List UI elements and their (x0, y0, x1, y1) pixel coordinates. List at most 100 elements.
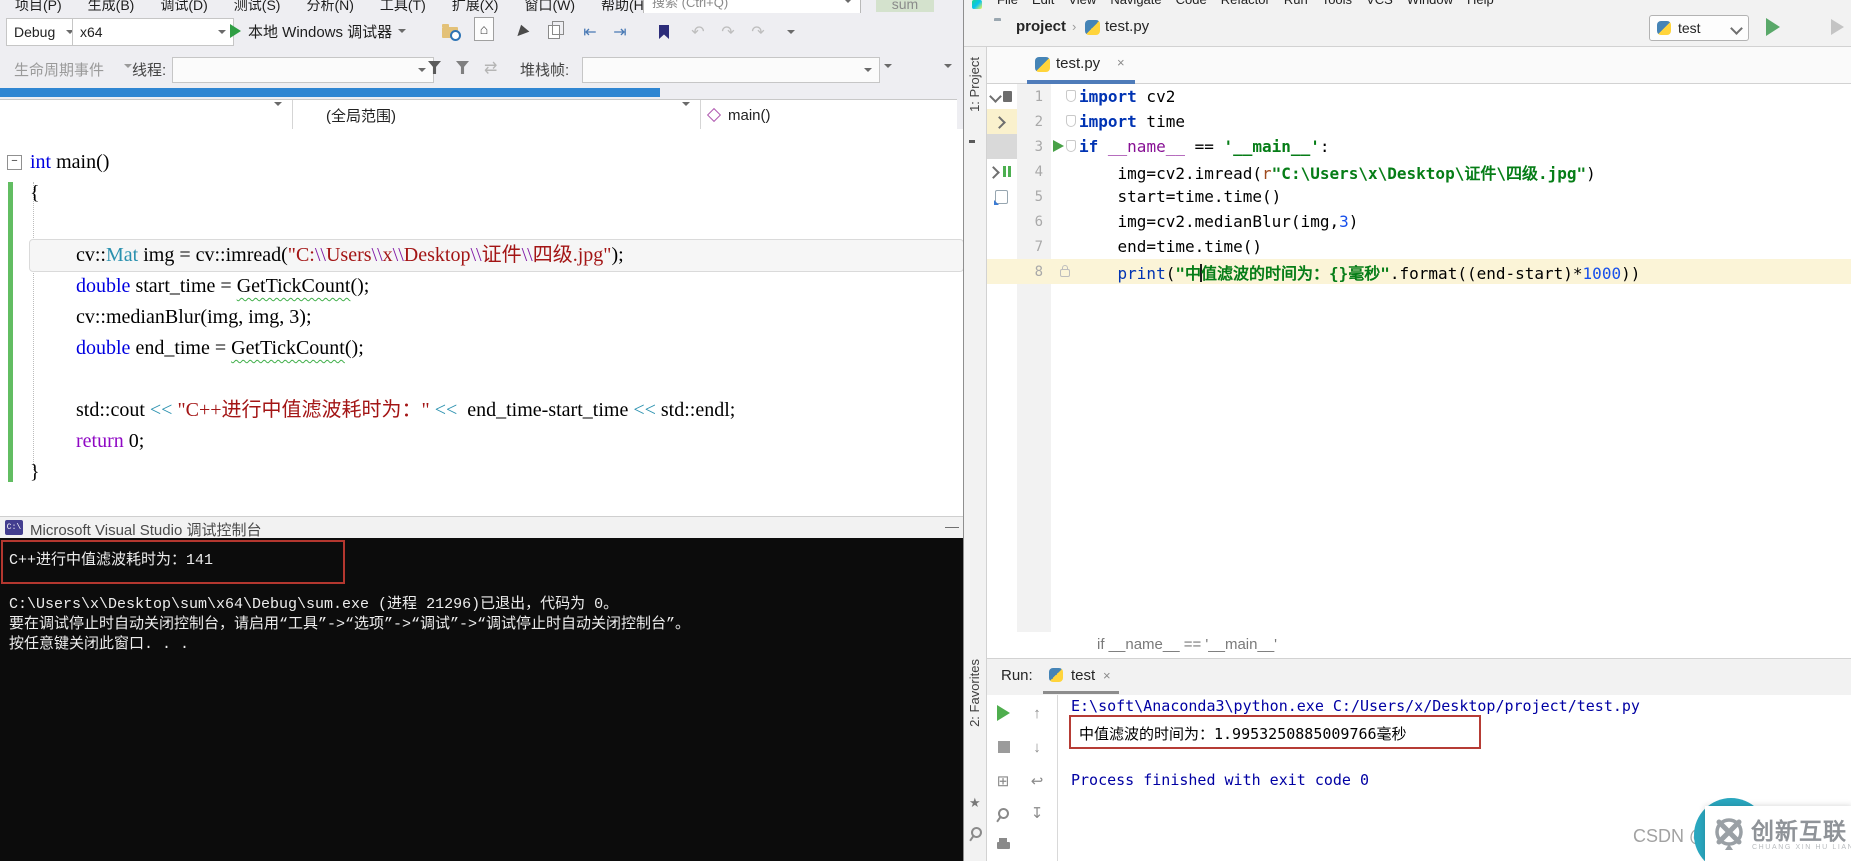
python-file-icon (1035, 57, 1050, 72)
up-stack-icon[interactable]: ↑ (1027, 703, 1047, 723)
vs-menu-debug[interactable]: 调试(D) (147, 0, 220, 13)
copy-icon[interactable] (544, 22, 564, 42)
gutter-annotation-icon[interactable] (995, 190, 1008, 204)
vs-config-dropdown[interactable]: Debug (6, 18, 82, 46)
active-tab-underline (1043, 691, 1119, 694)
code-line: double end_time = GetTickCount(); (30, 333, 963, 364)
vs-scope-dropdown[interactable]: (全局范围) (292, 100, 701, 130)
pc-menu-window[interactable]: Window (1400, 0, 1460, 7)
vs-menu-test[interactable]: 测试(S) (221, 0, 294, 13)
pin-icon[interactable] (993, 803, 1013, 823)
pc-menu-refactor[interactable]: Refactor (1214, 0, 1277, 7)
thread-dropdown[interactable] (172, 57, 434, 83)
tool-button-project[interactable]: 1: Project (967, 57, 982, 112)
tool-button-favorites[interactable]: 2: Favorites (967, 659, 982, 727)
close-icon[interactable]: × (1117, 55, 1125, 70)
editor-line-row[interactable]: 8 print("中值滤波的时间为：{}毫秒".format((end-star… (987, 259, 1851, 284)
pc-menu-code[interactable]: Code (1169, 0, 1214, 7)
chevron-down-icon (418, 68, 426, 76)
toggle-flow-icon[interactable]: ⇄ (484, 58, 497, 78)
stop-button[interactable] (994, 737, 1014, 757)
redo-icon[interactable]: ↷ (718, 22, 738, 42)
vs-search-box[interactable]: 搜索 (Ctrl+Q) (643, 0, 861, 13)
soft-wrap-icon[interactable]: ↩ (1027, 771, 1047, 791)
pc-menu-run[interactable]: Run (1277, 0, 1315, 7)
run-tab[interactable]: test (1071, 667, 1095, 684)
change-marker-icon (1003, 166, 1006, 177)
scroll-to-end-icon[interactable]: ↧ (1027, 803, 1047, 823)
debug-console-output[interactable]: C++进行中值滤波耗时为：141 C:\Users\x\Desktop\sum\… (0, 538, 963, 861)
vs-solution-badge[interactable]: sum (876, 0, 934, 12)
run-button[interactable] (1766, 18, 1780, 36)
fold-collapsed-icon[interactable] (993, 116, 1006, 129)
run-line-icon[interactable] (1053, 140, 1064, 152)
undo-icon[interactable]: ↶ (688, 22, 708, 42)
run-with-coverage-icon[interactable] (1831, 19, 1844, 35)
pc-menu-edit[interactable]: Edit (1025, 0, 1061, 7)
pc-menu-file[interactable]: File (990, 0, 1025, 7)
bookmark-icon[interactable] (654, 22, 674, 42)
editor-line-row[interactable]: 5 start=time.time() (987, 184, 1851, 209)
vs-active-document-tab[interactable] (0, 88, 660, 97)
breadcrumb-file[interactable]: test.py (1105, 18, 1149, 35)
vs-debug-location-toolbar: 生命周期事件 线程: ⇄ 堆栈帧: (0, 50, 963, 88)
editor-line-row[interactable]: 2 import time (987, 109, 1851, 134)
vs-menu-extensions[interactable]: 扩展(X) (439, 0, 512, 13)
vs-menu-analyze[interactable]: 分析(N) (293, 0, 366, 13)
pc-menu-view[interactable]: View (1061, 0, 1103, 7)
filter-down-icon[interactable] (456, 61, 469, 74)
editor-bottom-breadcrumb: if __name__ == '__main__' (987, 632, 1851, 658)
editor-line-row[interactable]: 7 end=time.time() (987, 234, 1851, 259)
run-configuration-dropdown[interactable]: test (1649, 15, 1749, 41)
editor-line-row[interactable]: 6 img=cv2.medianBlur(img,3) (987, 209, 1851, 234)
stack-frame-dropdown[interactable] (582, 57, 880, 83)
pc-menu-help[interactable]: Help (1460, 0, 1501, 7)
toolbar-overflow-icon[interactable] (944, 64, 952, 72)
code-line: std::cout << "C++进行中值滤波耗时为：" << end_time… (30, 395, 963, 426)
minimize-icon[interactable]: — (945, 518, 959, 534)
vs-code-editor[interactable]: − int main(){cv::Mat img = cv::imread("C… (0, 129, 963, 516)
pc-menu-vcs[interactable]: VCS (1359, 0, 1400, 7)
down-stack-icon[interactable]: ↓ (1027, 737, 1047, 757)
vs-menu-build[interactable]: 生成(B) (75, 0, 148, 13)
tab-test-py[interactable]: test.py × (1029, 47, 1133, 84)
pc-menu-tools[interactable]: Tools (1315, 0, 1359, 7)
code-line: end=time.time() (1079, 237, 1851, 256)
fold-collapsed-icon[interactable] (987, 166, 1000, 179)
star-icon[interactable]: ★ (969, 795, 981, 811)
vs-menu-window[interactable]: 窗口(W) (511, 0, 588, 13)
console-highlight-box: 中值滤波的时间为：1.9953250885009766毫秒 (1069, 715, 1481, 749)
vs-menu-project[interactable]: 项目(P) (2, 0, 75, 13)
lifecycle-events-button[interactable]: 生命周期事件 (14, 59, 104, 80)
chevron-down-icon[interactable] (884, 64, 892, 72)
fold-expanded-icon[interactable] (989, 90, 1002, 103)
close-icon[interactable]: × (1103, 668, 1111, 683)
breadcrumb-project[interactable]: project (1016, 18, 1066, 35)
print-icon[interactable] (993, 835, 1013, 855)
vs-member-dropdown[interactable]: main() (700, 100, 957, 130)
vs-start-debug-button[interactable]: 本地 Windows 调试器 (230, 18, 406, 44)
debug-console-titlebar[interactable]: C:\ Microsoft Visual Studio 调试控制台 — (0, 516, 963, 539)
vs-platform-dropdown[interactable]: x64 (72, 18, 234, 46)
navigate-forward-icon[interactable]: ↷ (748, 22, 768, 42)
screenshot-root: 项目(P) 生成(B) 调试(D) 测试(S) 分析(N) 工具(T) 扩展(X… (0, 0, 1851, 861)
pycharm-editor[interactable]: test.py × 1 import cv2 (987, 47, 1851, 632)
indent-icon[interactable]: ⇥ (610, 22, 630, 42)
restore-layout-icon[interactable]: ⊞ (993, 771, 1013, 791)
editor-line-row[interactable]: 4 img=cv2.imread(r"C:\Users\x\Desktop\证件… (987, 159, 1851, 184)
vs-menu-tools[interactable]: 工具(T) (367, 0, 439, 13)
toolbar-overflow-icon[interactable] (778, 22, 798, 42)
home-icon[interactable]: ⌂ (474, 19, 494, 39)
pc-menu-navigate[interactable]: Navigate (1103, 0, 1168, 7)
pin-icon[interactable] (969, 825, 984, 840)
outdent-icon[interactable]: ⇤ (580, 22, 600, 42)
editor-line-row[interactable]: 1 import cv2 (987, 84, 1851, 109)
solution-explorer-sync-icon[interactable] (440, 22, 460, 42)
breadcrumb-scope[interactable]: if __name__ == '__main__' (1097, 636, 1277, 653)
pointer-icon[interactable] (514, 22, 534, 42)
vs-project-dropdown[interactable] (0, 100, 293, 130)
rerun-button[interactable] (993, 703, 1013, 723)
editor-line-row[interactable]: 3 if __name__ == '__main__': (987, 134, 1851, 159)
brand-logo-icon (1712, 815, 1746, 851)
fold-collapse-icon[interactable]: − (7, 155, 22, 170)
